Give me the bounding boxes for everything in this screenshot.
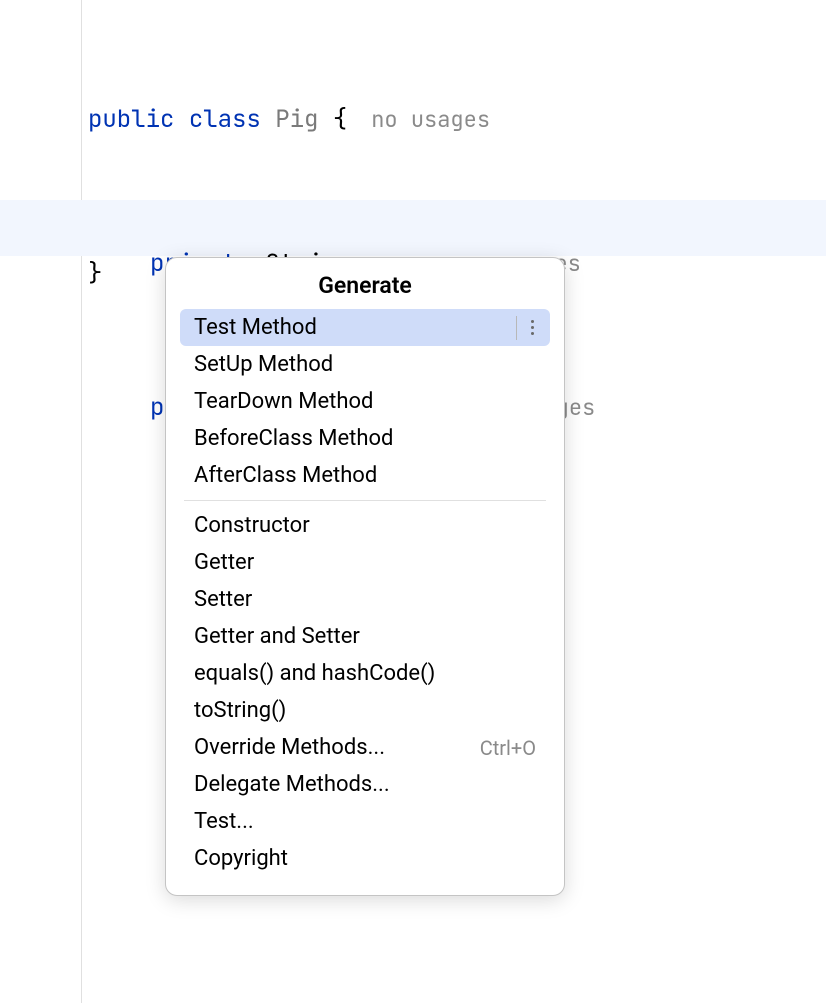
popup-item-label: AfterClass Method bbox=[194, 463, 377, 488]
shortcut-label: Ctrl+O bbox=[480, 736, 536, 760]
popup-item-label: Setter bbox=[194, 587, 252, 612]
popup-item-label: SetUp Method bbox=[194, 352, 333, 377]
popup-item-right bbox=[516, 316, 536, 340]
popup-item-label: Constructor bbox=[194, 513, 310, 538]
popup-item[interactable]: Override Methods... Ctrl+O bbox=[180, 729, 550, 766]
popup-item-label: Override Methods... bbox=[194, 735, 385, 760]
popup-item-label: Test... bbox=[194, 809, 254, 834]
popup-title: Generate bbox=[166, 258, 564, 309]
popup-item[interactable]: Getter and Setter bbox=[180, 618, 550, 655]
brace-open: { bbox=[333, 96, 347, 144]
popup-item-label: equals() and hashCode() bbox=[194, 661, 435, 686]
popup-item[interactable]: SetUp Method bbox=[180, 346, 550, 383]
popup-item-label: Delegate Methods... bbox=[194, 772, 390, 797]
popup-item[interactable]: Constructor bbox=[180, 507, 550, 544]
popup-item[interactable]: Getter bbox=[180, 544, 550, 581]
popup-item-right: Ctrl+O bbox=[480, 736, 536, 760]
popup-item[interactable]: Copyright bbox=[180, 840, 550, 877]
code-line-1: public class Pig { no usages bbox=[82, 96, 826, 144]
popup-item-label: Test Method bbox=[194, 315, 317, 340]
popup-items-container: Test Method SetUp Method TearDown Method Be… bbox=[166, 309, 564, 895]
popup-separator bbox=[184, 500, 546, 501]
popup-item[interactable]: equals() and hashCode() bbox=[180, 655, 550, 692]
popup-item-label: BeforeClass Method bbox=[194, 426, 393, 451]
popup-item[interactable]: Delegate Methods... bbox=[180, 766, 550, 803]
keyword-public: public bbox=[88, 96, 174, 144]
popup-item[interactable]: Setter bbox=[180, 581, 550, 618]
popup-item[interactable]: toString() bbox=[180, 692, 550, 729]
usage-hint[interactable]: no usages bbox=[371, 96, 490, 144]
class-name: Pig bbox=[275, 96, 318, 144]
more-divider bbox=[516, 316, 517, 340]
popup-item-label: Getter bbox=[194, 550, 254, 575]
popup-item[interactable]: TearDown Method bbox=[180, 383, 550, 420]
popup-item[interactable]: BeforeClass Method bbox=[180, 420, 550, 457]
popup-item-label: Getter and Setter bbox=[194, 624, 360, 649]
popup-item-label: Copyright bbox=[194, 846, 288, 871]
editor-gutter bbox=[0, 0, 82, 1003]
popup-item[interactable]: Test... bbox=[180, 803, 550, 840]
generate-popup: Generate Test Method SetUp Method TearDown… bbox=[165, 257, 565, 896]
more-options-icon[interactable] bbox=[529, 320, 536, 335]
popup-item[interactable]: Test Method bbox=[180, 309, 550, 346]
brace-close: } bbox=[88, 258, 102, 289]
keyword-class: class bbox=[189, 96, 261, 144]
popup-item-label: TearDown Method bbox=[194, 389, 373, 414]
popup-item[interactable]: AfterClass Method bbox=[180, 457, 550, 494]
popup-item-label: toString() bbox=[194, 698, 286, 723]
